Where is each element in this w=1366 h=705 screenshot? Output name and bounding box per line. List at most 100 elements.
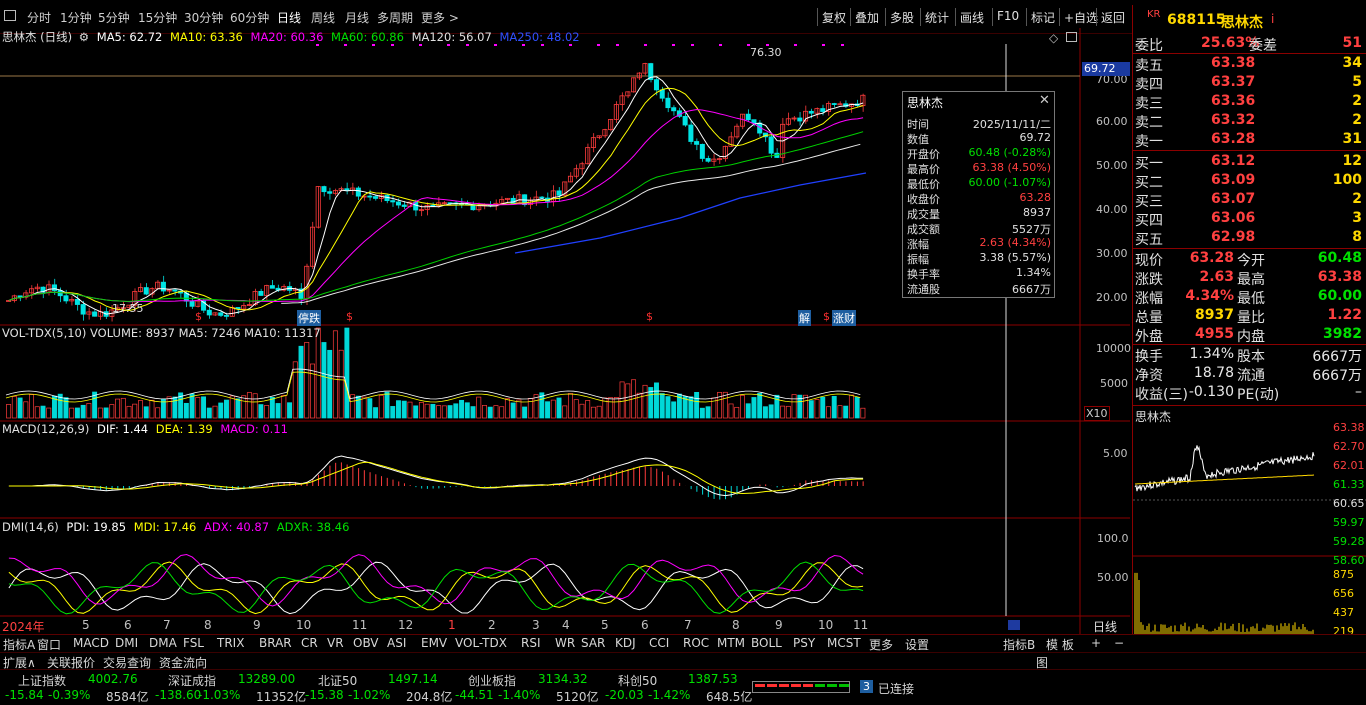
settings-icon[interactable]: ⚙: [79, 30, 89, 44]
signal-dash: [672, 44, 675, 46]
indicator-tab-boll[interactable]: BOLL: [751, 636, 782, 650]
dividend-marker[interactable]: $: [195, 310, 202, 323]
indicator-tab-emv[interactable]: EMV: [421, 636, 447, 650]
toolbar-action-8[interactable]: 返回: [1101, 9, 1125, 26]
period-1[interactable]: 1分钟: [60, 9, 92, 26]
stat-value: 2.63: [1199, 269, 1234, 285]
indicator-tab-obv[interactable]: OBV: [353, 636, 379, 650]
status-bar: 上证指数 4002.76 -15.84 -0.39% 8584亿 深证成指 13289.00…: [0, 669, 1366, 705]
volume-bar: [447, 405, 453, 419]
volume-bar: [229, 395, 235, 419]
indicator-tab-trix[interactable]: TRIX: [217, 636, 244, 650]
indicator-tab-vr[interactable]: VR: [327, 636, 344, 650]
toolbar-action-6[interactable]: 标记: [1031, 9, 1055, 26]
period-9[interactable]: 多周期: [377, 9, 413, 26]
toolbar-action-1[interactable]: 叠加: [855, 9, 879, 26]
period-6[interactable]: 日线: [277, 9, 301, 26]
index-change: -44.51: [455, 688, 494, 702]
indicator-tab-指标a[interactable]: 指标A: [3, 636, 35, 653]
right-tab-2[interactable]: +: [1091, 636, 1101, 650]
volume-bar: [258, 404, 264, 419]
dividend-marker[interactable]: $: [823, 310, 830, 323]
ask-volume: 2: [1352, 112, 1362, 128]
index-name[interactable]: 上证指数: [18, 672, 66, 689]
scroll-marker[interactable]: [1008, 620, 1020, 630]
volume-bar: [493, 405, 499, 419]
indicator-tab-dma[interactable]: DMA: [149, 636, 177, 650]
indicator-tab-窗口[interactable]: 窗口: [37, 636, 61, 653]
indicator-tab-rsi[interactable]: RSI: [521, 636, 541, 650]
right-tab-3[interactable]: −: [1114, 636, 1124, 650]
indicator-tab-mtm[interactable]: MTM: [717, 636, 745, 650]
diamond-icon[interactable]: ◇: [1049, 31, 1058, 45]
index-name[interactable]: 创业板指: [468, 672, 516, 689]
window-toggle-icon[interactable]: [1066, 32, 1077, 42]
event-label-unlock[interactable]: 解: [798, 310, 811, 326]
index-pct: -1.42%: [648, 688, 691, 702]
bid-price: 62.98: [1211, 229, 1256, 245]
event-label-halt[interactable]: 停跌: [297, 310, 321, 326]
stat-label: 流通: [1237, 368, 1265, 384]
volume-bar: [143, 406, 149, 419]
volume-bar: [264, 405, 270, 419]
right-tab-0[interactable]: 指标B: [1003, 636, 1035, 653]
breadth-cell: [815, 684, 825, 687]
period-4[interactable]: 30分钟: [184, 9, 223, 26]
indicator-tab-brar[interactable]: BRAR: [259, 636, 292, 650]
indicator-tab-roc[interactable]: ROC: [683, 636, 709, 650]
period-0[interactable]: 分时: [27, 9, 51, 26]
toolbar-action-0[interactable]: 复权: [822, 9, 846, 26]
indicator-tab-mcst[interactable]: MCST: [827, 636, 861, 650]
toolbar-action-5[interactable]: F10: [997, 9, 1019, 23]
indicator-tab-fsl[interactable]: FSL: [183, 636, 204, 650]
index-name[interactable]: 科创50: [618, 672, 657, 689]
indicator-tab-dmi[interactable]: DMI: [115, 636, 138, 650]
period-3[interactable]: 15分钟: [138, 9, 177, 26]
period-10[interactable]: 更多 >: [421, 9, 459, 26]
stat-value: –: [1355, 384, 1362, 400]
mini-price-level: 58.60: [1333, 554, 1365, 567]
indicator-tab-更多[interactable]: 更多: [869, 636, 893, 653]
indicator-tab-设置[interactable]: 设置: [905, 636, 929, 653]
period-8[interactable]: 月线: [345, 9, 369, 26]
volume-bar: [315, 327, 321, 419]
menu-icon[interactable]: [4, 10, 16, 21]
indicator-tab-sar[interactable]: SAR: [581, 636, 605, 650]
event-label-finance[interactable]: 涨财: [832, 310, 856, 326]
toolbar-action-2[interactable]: 多股: [890, 9, 914, 26]
connection-count[interactable]: 3: [860, 680, 873, 693]
toolbar-divider: [955, 8, 956, 26]
indicator-tab-macd[interactable]: MACD: [73, 636, 109, 650]
bid-price: 63.09: [1211, 172, 1256, 188]
close-icon[interactable]: ✕: [1039, 93, 1050, 108]
volume-bar: [183, 402, 189, 419]
toolbar-action-7[interactable]: +自选: [1064, 9, 1098, 26]
period-5[interactable]: 60分钟: [230, 9, 269, 26]
info-icon[interactable]: i: [1271, 12, 1274, 26]
indicator-tab-wr[interactable]: WR: [555, 636, 575, 650]
stat-value: 4.34%: [1185, 288, 1234, 304]
index-name[interactable]: 北证50: [318, 672, 357, 689]
toolbar-action-3[interactable]: 统计: [925, 9, 949, 26]
indicator-tab-asi[interactable]: ASI: [387, 636, 406, 650]
period-2[interactable]: 5分钟: [98, 9, 130, 26]
right-tab-1[interactable]: 模 板: [1046, 636, 1074, 653]
ask-price: 63.32: [1211, 112, 1256, 128]
dividend-marker[interactable]: $: [346, 310, 353, 323]
time-axis-month: 10: [296, 618, 312, 632]
stat-value: 6667万: [1312, 349, 1362, 365]
tooltip-key: 换手率: [907, 268, 940, 281]
indicator-tab-vol-tdx[interactable]: VOL-TDX: [455, 636, 507, 650]
indicator-tab-psy[interactable]: PSY: [793, 636, 815, 650]
volume-bar: [275, 403, 281, 419]
indicator-tab-kdj[interactable]: KDJ: [615, 636, 636, 650]
dividend-marker[interactable]: $: [646, 310, 653, 323]
intraday-mini-chart[interactable]: 思林杰 63.38 62.70 62.01 61.33 60.65 59.97 59.28 5…: [1132, 405, 1366, 638]
index-name[interactable]: 深证成指: [168, 672, 216, 689]
volume-bar: [195, 397, 201, 419]
volume-bar: [671, 401, 677, 419]
toolbar-action-4[interactable]: 画线: [960, 9, 984, 26]
indicator-tab-cci[interactable]: CCI: [649, 636, 669, 650]
period-7[interactable]: 周线: [311, 9, 335, 26]
indicator-tab-cr[interactable]: CR: [301, 636, 318, 650]
